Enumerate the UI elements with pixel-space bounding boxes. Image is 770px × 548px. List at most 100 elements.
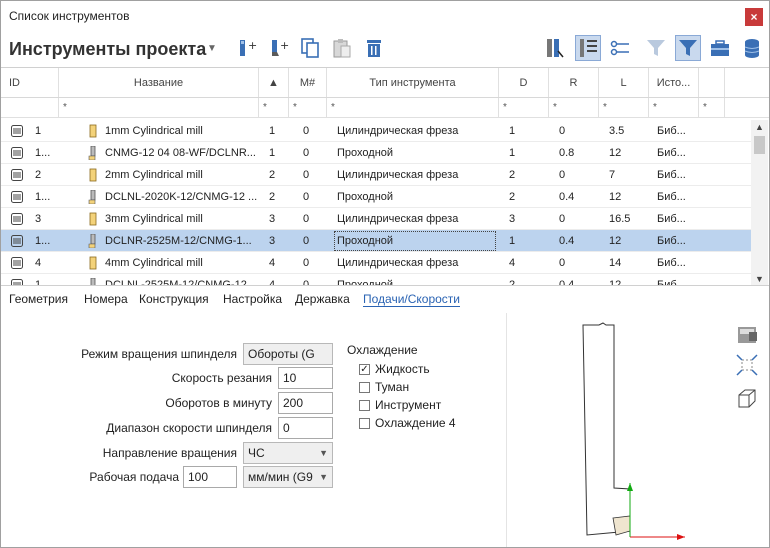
toolbox-icon[interactable]: [707, 35, 733, 61]
cell-d[interactable]: 1: [505, 142, 547, 164]
add-holder-icon[interactable]: +: [265, 35, 291, 61]
cell-r[interactable]: 0: [555, 252, 597, 274]
cooling-tool-checkbox[interactable]: Инструмент: [359, 398, 441, 412]
filter-name[interactable]: *: [59, 98, 259, 117]
cell-type[interactable]: Цилиндрическая фреза: [333, 208, 497, 230]
cell-r[interactable]: 0.8: [555, 142, 597, 164]
cell-position[interactable]: 1: [265, 142, 289, 164]
cell-type[interactable]: Цилиндрическая фреза: [333, 164, 497, 186]
column-header-type[interactable]: Тип инструмента: [327, 68, 499, 97]
cell-name[interactable]: DCLNR-2525M-12/CNMG-1...: [101, 230, 257, 252]
cooling-mist-checkbox[interactable]: Туман: [359, 380, 409, 394]
tab-feeds-speeds[interactable]: Подачи/Скорости: [363, 292, 461, 307]
cutting-speed-input[interactable]: 10: [278, 367, 333, 389]
cell-d[interactable]: 2: [505, 164, 547, 186]
cell-source[interactable]: Биб...: [653, 142, 697, 164]
cell-name[interactable]: 4mm Cylindrical mill: [101, 252, 257, 274]
column-header-r[interactable]: R: [549, 68, 599, 97]
cell-source[interactable]: Биб...: [653, 120, 697, 142]
cell-l[interactable]: 3.5: [605, 120, 647, 142]
connect-icon[interactable]: [607, 35, 633, 61]
cell-r[interactable]: 0.4: [555, 186, 597, 208]
filter-pos[interactable]: *: [259, 98, 289, 117]
cell-m[interactable]: 0: [299, 120, 325, 142]
cell-type[interactable]: Проходной: [333, 142, 497, 164]
cell-id[interactable]: 1...: [31, 142, 59, 164]
column-header-name[interactable]: Название: [59, 68, 259, 97]
column-header-d[interactable]: D: [499, 68, 549, 97]
cell-type[interactable]: Цилиндрическая фреза: [333, 120, 497, 142]
cell-type[interactable]: Проходной: [333, 186, 497, 208]
column-header-extra[interactable]: [699, 68, 725, 97]
cell-id[interactable]: 2: [31, 164, 59, 186]
chevron-down-icon[interactable]: ▼: [207, 43, 217, 54]
scrollbar-thumb[interactable]: [754, 136, 765, 154]
cell-source[interactable]: Биб...: [653, 252, 697, 274]
copy-icon[interactable]: [297, 35, 323, 61]
table-row[interactable]: 1... DCLNR-2525M-12/CNMG-1... 3 0 Проходной 1…: [1, 230, 751, 252]
tab-holder[interactable]: Державка: [295, 292, 350, 306]
tab-construction[interactable]: Конструкция: [139, 292, 209, 306]
cell-source[interactable]: Биб...: [653, 186, 697, 208]
cell-r[interactable]: 0.4: [555, 230, 597, 252]
paste-icon[interactable]: [329, 35, 355, 61]
column-header-source[interactable]: Исто...: [649, 68, 699, 97]
cell-name[interactable]: CNMG-12 04 08-WF/DCLNR...: [101, 142, 257, 164]
column-header-m[interactable]: М#: [289, 68, 327, 97]
cell-d[interactable]: 3: [505, 208, 547, 230]
cell-m[interactable]: 0: [299, 186, 325, 208]
cell-id[interactable]: 1: [31, 120, 59, 142]
spindle-range-input[interactable]: 0: [278, 417, 333, 439]
cell-id[interactable]: 4: [31, 252, 59, 274]
table-row[interactable]: 1... DCLNL-2020K-12/CNMG-12 ... 2 0 Проходно…: [1, 186, 751, 208]
feed-input[interactable]: 100: [183, 466, 237, 488]
cooling-liquid-checkbox[interactable]: ✓ Жидкость: [359, 362, 430, 376]
filter-l[interactable]: *: [599, 98, 649, 117]
cell-r[interactable]: 0: [555, 208, 597, 230]
cell-type[interactable]: Цилиндрическая фреза: [333, 252, 497, 274]
cell-name[interactable]: 3mm Cylindrical mill: [101, 208, 257, 230]
cell-d[interactable]: 2: [505, 186, 547, 208]
delete-icon[interactable]: [361, 35, 387, 61]
close-button[interactable]: ×: [745, 8, 763, 26]
cell-position[interactable]: 3: [265, 208, 289, 230]
cooling-4-checkbox[interactable]: Охлаждение 4: [359, 416, 456, 430]
table-row[interactable]: 1... CNMG-12 04 08-WF/DCLNR... 1 0 Проходной…: [1, 142, 751, 164]
filter-icon[interactable]: [643, 35, 669, 61]
cell-name[interactable]: 1mm Cylindrical mill: [101, 120, 257, 142]
feed-unit-select[interactable]: мм/мин (G9 ▼: [243, 466, 333, 488]
cell-l[interactable]: 12: [605, 230, 647, 252]
column-header-l[interactable]: L: [599, 68, 649, 97]
filter-active-icon[interactable]: [675, 35, 701, 61]
cell-m[interactable]: 0: [299, 164, 325, 186]
filter-r[interactable]: *: [549, 98, 599, 117]
cell-name[interactable]: DCLNL-2020K-12/CNMG-12 ...: [101, 186, 257, 208]
scroll-down-icon[interactable]: ▼: [751, 272, 768, 286]
cell-d[interactable]: 1: [505, 230, 547, 252]
cell-id[interactable]: 3: [31, 208, 59, 230]
table-row[interactable]: 2 2mm Cylindrical mill 2 0 Цилиндрическая фр…: [1, 164, 751, 186]
rpm-input[interactable]: 200: [278, 392, 333, 414]
direction-select[interactable]: ЧС ▼: [243, 442, 333, 464]
cell-m[interactable]: 0: [299, 252, 325, 274]
3d-view-icon[interactable]: [735, 387, 763, 417]
tab-numbers[interactable]: Номера: [84, 292, 128, 306]
tab-geometry[interactable]: Геометрия: [9, 292, 68, 306]
list-view-icon[interactable]: [575, 35, 601, 61]
column-header-id[interactable]: ID: [1, 68, 59, 97]
cell-d[interactable]: 4: [505, 252, 547, 274]
cell-position[interactable]: 4: [265, 252, 289, 274]
cell-r[interactable]: 0: [555, 120, 597, 142]
filter-m[interactable]: *: [289, 98, 327, 117]
cell-position[interactable]: 2: [265, 186, 289, 208]
cell-m[interactable]: 0: [299, 230, 325, 252]
cell-source[interactable]: Биб...: [653, 230, 697, 252]
cell-m[interactable]: 0: [299, 142, 325, 164]
filter-d[interactable]: *: [499, 98, 549, 117]
vertical-scrollbar[interactable]: ▲ ▼: [751, 120, 768, 286]
filter-id[interactable]: [1, 98, 59, 117]
table-row[interactable]: 3 3mm Cylindrical mill 3 0 Цилиндрическая фр…: [1, 208, 751, 230]
cell-l[interactable]: 12: [605, 186, 647, 208]
cell-position[interactable]: 1: [265, 120, 289, 142]
scroll-up-icon[interactable]: ▲: [751, 120, 768, 134]
